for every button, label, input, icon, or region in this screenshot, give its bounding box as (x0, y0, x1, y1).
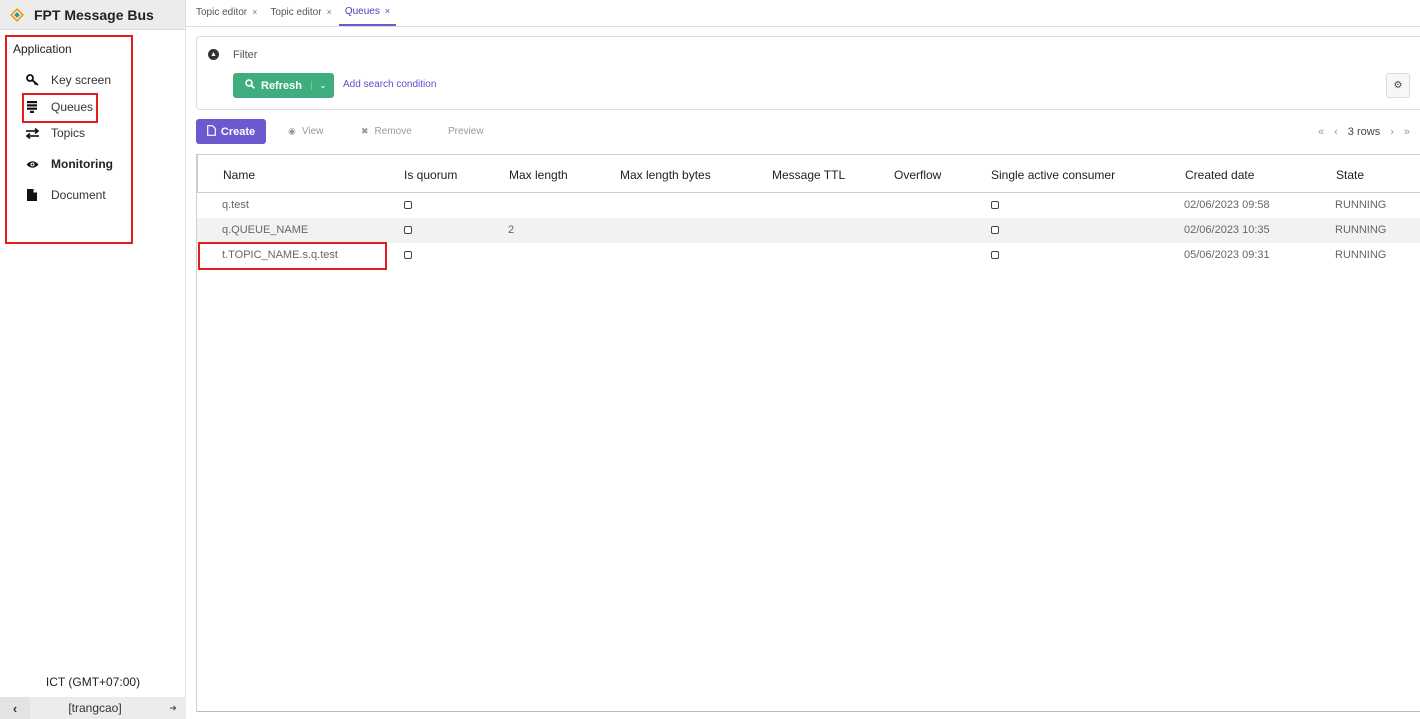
column-header-name[interactable]: Name (223, 168, 255, 182)
sidebar-item-monitoring[interactable]: Monitoring (25, 157, 113, 171)
sidebar-item-topics[interactable]: Topics (25, 126, 85, 140)
rows-count: 3 rows (1347, 126, 1381, 138)
tab-queues[interactable]: Queues × (338, 6, 397, 26)
close-tab-icon[interactable]: × (385, 6, 390, 16)
tab-topic-editor-1[interactable]: Topic editor × (196, 7, 257, 26)
eye-icon: ◉ (288, 126, 296, 136)
column-header-created-date[interactable]: Created date (1185, 168, 1254, 182)
column-header-max-length[interactable]: Max length (509, 168, 568, 182)
cell-created-date: 02/06/2023 09:58 (1184, 199, 1270, 211)
column-header-max-length-bytes[interactable]: Max length bytes (620, 168, 711, 182)
column-header-overflow[interactable]: Overflow (894, 168, 941, 182)
single-active-consumer-checkbox (991, 226, 999, 234)
application-section-label: Application (13, 42, 72, 56)
collapse-sidebar-icon[interactable]: ‹ (0, 697, 30, 719)
cell-state: RUNNING (1335, 249, 1387, 261)
eye-icon (25, 157, 39, 171)
close-tab-icon[interactable]: × (327, 7, 332, 17)
gear-icon: ⚙ (1393, 80, 1403, 91)
prev-page-icon[interactable]: ‹ (1334, 126, 1338, 138)
cell-name: q.test (222, 199, 249, 211)
preview-button[interactable]: Preview (448, 126, 484, 137)
table-row[interactable]: q.test 02/06/2023 09:58 RUNNING (197, 193, 1420, 218)
pagination: « ‹ 3 rows › » (1318, 126, 1420, 138)
sidebar: FPT Message Bus Application Key screen Q… (0, 0, 186, 719)
queues-table: Name Is quorum Max length Max length byt… (196, 154, 1420, 712)
sidebar-item-queues[interactable]: Queues (25, 100, 93, 114)
file-icon (25, 188, 39, 202)
create-button[interactable]: Create (196, 119, 266, 144)
cell-name: q.QUEUE_NAME (222, 224, 309, 236)
column-header-message-ttl[interactable]: Message TTL (772, 168, 845, 182)
sidebar-item-document[interactable]: Document (25, 188, 106, 202)
exchange-icon (25, 126, 39, 140)
logout-icon[interactable]: ➜ (160, 703, 186, 714)
chevron-up-icon[interactable]: ▲ (208, 49, 219, 60)
refresh-button[interactable]: Refresh (233, 79, 311, 92)
filter-label: Filter (233, 49, 258, 61)
column-header-single-active-consumer[interactable]: Single active consumer (991, 168, 1115, 182)
app-title: FPT Message Bus (34, 6, 154, 23)
remove-button[interactable]: ✖ Remove (361, 126, 412, 137)
refresh-split-button: Refresh ⌄ (233, 73, 334, 98)
list-icon (25, 100, 39, 114)
cell-state: RUNNING (1335, 199, 1387, 211)
row-name-highlight-box (198, 242, 387, 270)
column-header-state[interactable]: State (1336, 168, 1364, 182)
cell-state: RUNNING (1335, 224, 1387, 236)
new-file-icon (206, 124, 216, 139)
sidebar-item-key-screen[interactable]: Key screen (25, 73, 111, 87)
search-icon (245, 79, 255, 92)
is-quorum-checkbox (404, 226, 412, 234)
column-header-is-quorum[interactable]: Is quorum (404, 168, 457, 182)
last-page-icon[interactable]: » (1404, 126, 1410, 138)
tab-topic-editor-2[interactable]: Topic editor × (270, 7, 331, 26)
single-active-consumer-checkbox (991, 251, 999, 259)
chevron-down-icon[interactable]: ⌄ (311, 81, 334, 90)
next-page-icon[interactable]: › (1390, 126, 1394, 138)
app-logo-icon (10, 7, 24, 22)
view-button[interactable]: ◉ View (288, 126, 323, 137)
sidebar-footer: ‹ [trangcao] ➜ (0, 697, 186, 719)
cell-max-length: 2 (508, 224, 515, 236)
close-tab-icon[interactable]: × (252, 7, 257, 17)
is-quorum-checkbox (404, 251, 412, 259)
user-name: [trangcao] (68, 701, 122, 715)
close-icon: ✖ (361, 126, 369, 136)
first-page-icon[interactable]: « (1318, 126, 1324, 138)
table-row[interactable]: q.QUEUE_NAME 2 02/06/2023 10:35 RUNNING (197, 218, 1420, 243)
table-header: Name Is quorum Max length Max length byt… (197, 155, 1420, 193)
key-icon (25, 73, 39, 87)
tab-bar: Topic editor × Topic editor × Queues × (186, 0, 1420, 27)
settings-button[interactable]: ⚙ (1386, 73, 1410, 98)
cell-created-date: 02/06/2023 10:35 (1184, 224, 1270, 236)
is-quorum-checkbox (404, 201, 412, 209)
add-search-condition-link[interactable]: Add search condition (343, 79, 436, 90)
cell-created-date: 05/06/2023 09:31 (1184, 249, 1270, 261)
single-active-consumer-checkbox (991, 201, 999, 209)
app-header: FPT Message Bus (0, 0, 185, 30)
filter-panel: ▲ Filter Refresh ⌄ Add search condition … (196, 36, 1420, 110)
timezone-label: ICT (GMT+07:00) (45, 675, 141, 689)
